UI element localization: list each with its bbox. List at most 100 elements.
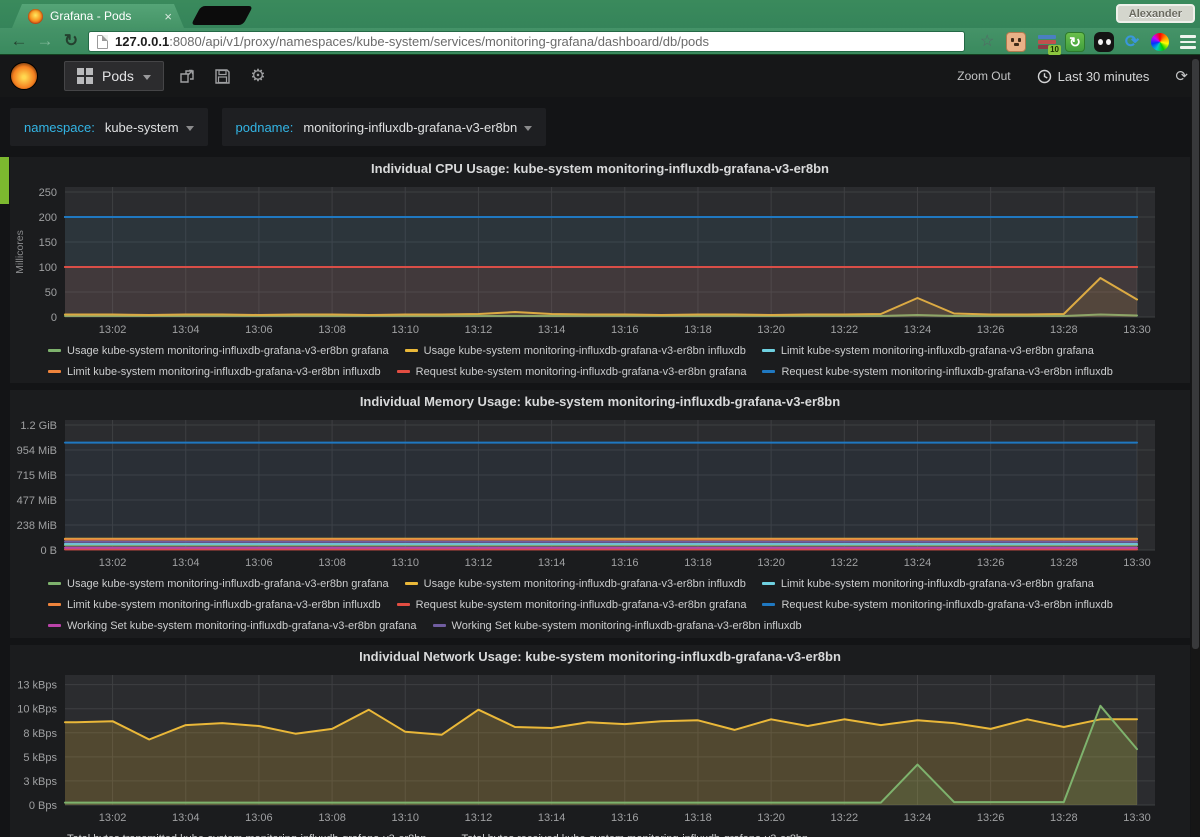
robot-mouth bbox=[1014, 43, 1019, 46]
extension-recycle-icon[interactable]: ↻ bbox=[1065, 32, 1085, 52]
url-bar[interactable]: 127.0.0.1:8080/api/v1/proxy/namespaces/k… bbox=[88, 31, 965, 52]
share-icon[interactable] bbox=[176, 66, 198, 86]
svg-text:13:08: 13:08 bbox=[318, 557, 346, 569]
legend-item[interactable]: Working Set kube-system monitoring-influ… bbox=[433, 616, 802, 637]
svg-text:13:22: 13:22 bbox=[831, 812, 859, 824]
legend-item[interactable]: Usage kube-system monitoring-influxdb-gr… bbox=[48, 341, 389, 362]
dashboard-picker-button[interactable]: Pods bbox=[64, 61, 164, 91]
row-collapse-handle[interactable] bbox=[0, 157, 9, 204]
svg-text:13:20: 13:20 bbox=[757, 812, 785, 824]
gear-icon[interactable]: ⚙ bbox=[247, 66, 269, 86]
svg-text:13:18: 13:18 bbox=[684, 812, 712, 824]
legend-item[interactable]: Request kube-system monitoring-influxdb-… bbox=[762, 362, 1112, 383]
extension-robot-icon[interactable] bbox=[1006, 32, 1026, 52]
svg-text:13:30: 13:30 bbox=[1123, 812, 1151, 824]
legend-label: Limit kube-system monitoring-influxdb-gr… bbox=[781, 345, 1094, 357]
extension-mask-icon[interactable] bbox=[1094, 32, 1114, 52]
network-chart[interactable]: 0 Bps3 kBps5 kBps8 kBps10 kBps13 kBps13:… bbox=[10, 667, 1190, 825]
template-variables-row: namespace: kube-system podname: monitori… bbox=[10, 108, 546, 146]
svg-text:0: 0 bbox=[51, 312, 57, 324]
legend-item[interactable]: Working Set kube-system monitoring-influ… bbox=[48, 616, 417, 637]
cpu-chart[interactable]: 05010015020025013:0213:0413:0613:0813:10… bbox=[10, 179, 1190, 337]
svg-text:13:02: 13:02 bbox=[99, 324, 127, 336]
legend-item[interactable]: Request kube-system monitoring-influxdb-… bbox=[762, 595, 1112, 616]
svg-text:13:14: 13:14 bbox=[538, 557, 566, 569]
extension-colorwheel-icon[interactable] bbox=[1150, 32, 1170, 52]
legend-item[interactable]: Limit kube-system monitoring-influxdb-gr… bbox=[48, 595, 381, 616]
time-range-picker[interactable]: Last 30 minutes bbox=[1037, 69, 1150, 84]
svg-text:13:10: 13:10 bbox=[391, 324, 419, 336]
legend-label: Limit kube-system monitoring-influxdb-gr… bbox=[67, 366, 381, 378]
browser-toolbar: ← → ↻ 127.0.0.1:8080/api/v1/proxy/namesp… bbox=[0, 28, 1200, 55]
browser-menu-icon[interactable] bbox=[1178, 32, 1198, 52]
legend-item[interactable]: Request kube-system monitoring-influxdb-… bbox=[397, 362, 747, 383]
svg-text:13:22: 13:22 bbox=[831, 324, 859, 336]
legend-label: Usage kube-system monitoring-influxdb-gr… bbox=[67, 345, 389, 357]
scrollbar-thumb[interactable] bbox=[1192, 59, 1199, 649]
legend-label: Request kube-system monitoring-influxdb-… bbox=[781, 366, 1112, 378]
page-scrollbar[interactable] bbox=[1191, 55, 1200, 837]
legend-item[interactable]: Usage kube-system monitoring-influxdb-gr… bbox=[405, 341, 746, 362]
clock-icon bbox=[1037, 69, 1052, 84]
grafana-navbar: Pods ⚙ Zoom Out Last 30 minutes ⟳ bbox=[0, 55, 1200, 97]
legend-label: Limit kube-system monitoring-influxdb-gr… bbox=[67, 599, 381, 611]
legend-color-dash bbox=[405, 582, 418, 585]
page-icon bbox=[97, 35, 108, 49]
svg-text:13:10: 13:10 bbox=[391, 812, 419, 824]
panel-title[interactable]: Individual Memory Usage: kube-system mon… bbox=[10, 390, 1190, 412]
reload-icon[interactable]: ↻ bbox=[58, 29, 84, 53]
zoom-out-button[interactable]: Zoom Out bbox=[957, 69, 1010, 83]
back-icon[interactable]: ← bbox=[6, 29, 32, 53]
grafana-favicon-icon bbox=[28, 9, 43, 24]
legend-item[interactable]: Request kube-system monitoring-influxdb-… bbox=[397, 595, 747, 616]
legend-item[interactable]: Limit kube-system monitoring-influxdb-gr… bbox=[762, 574, 1094, 595]
url-text: 127.0.0.1:8080/api/v1/proxy/namespaces/k… bbox=[115, 34, 709, 49]
svg-text:10 kBps: 10 kBps bbox=[17, 704, 57, 716]
legend-item[interactable]: Total bytes transmitted kube-system moni… bbox=[48, 829, 427, 837]
legend-item[interactable]: Limit kube-system monitoring-influxdb-gr… bbox=[48, 362, 381, 383]
memory-chart[interactable]: 0 B238 MiB477 MiB715 MiB954 MiB1.2 GiB13… bbox=[10, 412, 1190, 570]
time-range-label: Last 30 minutes bbox=[1058, 69, 1150, 84]
legend-color-dash bbox=[48, 582, 61, 585]
extension-tab-manager-icon[interactable]: 10 bbox=[1037, 32, 1057, 52]
new-tab-button[interactable] bbox=[191, 6, 253, 25]
svg-text:0 Bps: 0 Bps bbox=[29, 800, 58, 812]
legend-item[interactable]: Usage kube-system monitoring-influxdb-gr… bbox=[405, 574, 746, 595]
legend-label: Usage kube-system monitoring-influxdb-gr… bbox=[67, 578, 389, 590]
variable-label: podname: bbox=[236, 120, 294, 135]
extension-sync-icon[interactable]: ⟳ bbox=[1122, 32, 1142, 52]
svg-text:13:30: 13:30 bbox=[1123, 557, 1151, 569]
legend-item[interactable]: Total bytes received kube-system monitor… bbox=[443, 829, 809, 837]
legend-item[interactable]: Limit kube-system monitoring-influxdb-gr… bbox=[762, 341, 1094, 362]
profile-name-button[interactable]: Alexander bbox=[1116, 4, 1195, 23]
tab-close-icon[interactable]: × bbox=[164, 10, 172, 23]
svg-text:13:14: 13:14 bbox=[538, 812, 566, 824]
forward-icon[interactable]: → bbox=[32, 29, 58, 53]
url-host: 127.0.0.1 bbox=[115, 34, 169, 49]
cpu-panel: Individual CPU Usage: kube-system monito… bbox=[10, 157, 1190, 383]
svg-text:13:10: 13:10 bbox=[391, 557, 419, 569]
url-path: :8080/api/v1/proxy/namespaces/kube-syste… bbox=[169, 34, 709, 49]
panel-title[interactable]: Individual Network Usage: kube-system mo… bbox=[10, 645, 1190, 667]
variable-namespace[interactable]: namespace: kube-system bbox=[10, 108, 208, 146]
nav-right-controls: Zoom Out Last 30 minutes ⟳ bbox=[957, 55, 1188, 97]
chevron-down-icon bbox=[524, 126, 532, 131]
legend-label: Working Set kube-system monitoring-influ… bbox=[67, 620, 417, 632]
browser-tab[interactable]: Grafana - Pods × bbox=[12, 4, 184, 28]
variable-value: monitoring-influxdb-grafana-v3-er8bn bbox=[303, 120, 517, 135]
save-icon[interactable] bbox=[211, 66, 233, 86]
refresh-icon[interactable]: ⟳ bbox=[1175, 67, 1188, 85]
svg-text:13:08: 13:08 bbox=[318, 324, 346, 336]
svg-text:13:24: 13:24 bbox=[904, 324, 932, 336]
panel-title[interactable]: Individual CPU Usage: kube-system monito… bbox=[10, 157, 1190, 179]
bookmark-star-icon[interactable]: ☆ bbox=[980, 31, 994, 51]
svg-text:13:06: 13:06 bbox=[245, 557, 273, 569]
grafana-logo-icon[interactable] bbox=[10, 62, 38, 90]
legend-item[interactable]: Usage kube-system monitoring-influxdb-gr… bbox=[48, 574, 389, 595]
svg-text:13:12: 13:12 bbox=[465, 812, 493, 824]
browser-tabstrip: Grafana - Pods × Alexander bbox=[0, 0, 1200, 28]
svg-text:13:04: 13:04 bbox=[172, 324, 200, 336]
svg-text:13:06: 13:06 bbox=[245, 324, 273, 336]
variable-podname[interactable]: podname: monitoring-influxdb-grafana-v3-… bbox=[222, 108, 547, 146]
svg-text:13:24: 13:24 bbox=[904, 557, 932, 569]
